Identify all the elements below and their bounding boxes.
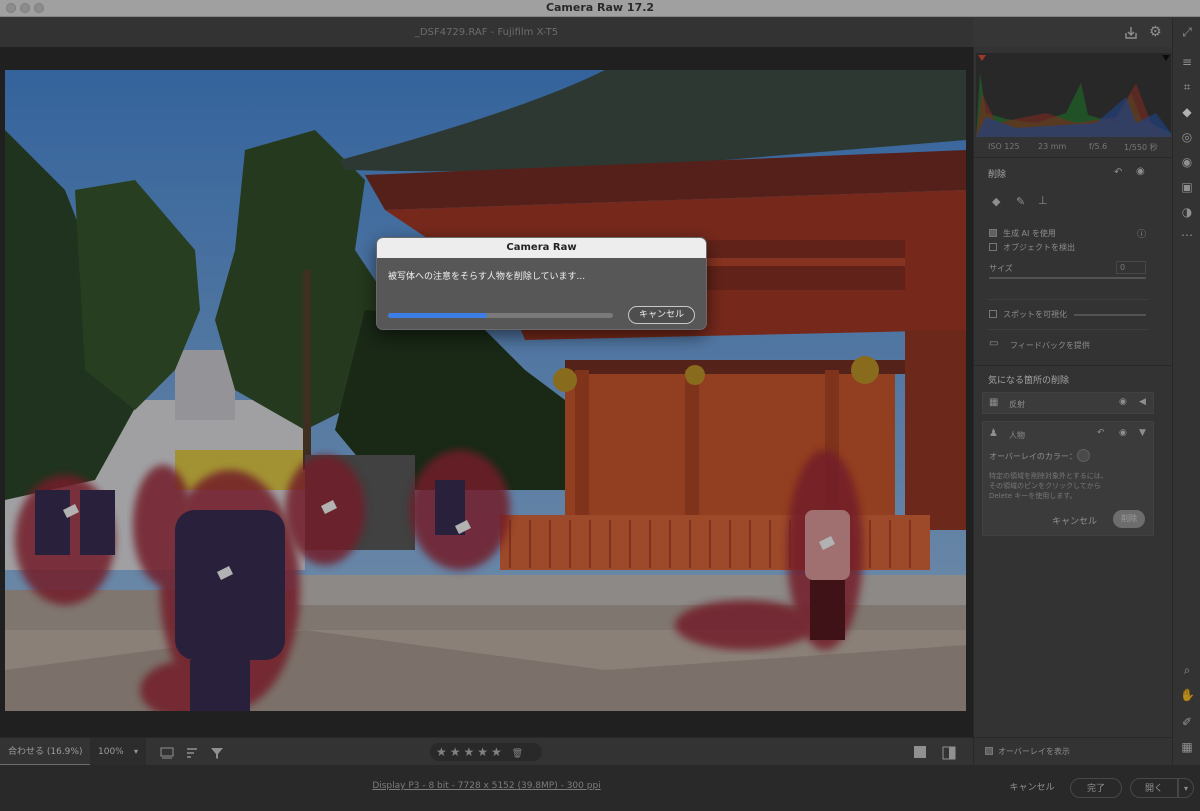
remove-tool-icon[interactable]: ◆ [1180,105,1194,119]
size-value-input[interactable]: 0 [1116,261,1146,274]
tool-rail: ⤢ ≡ ⌗ ◆ ◎ ◉ ▣ ◑ ⋯ ⌕ ✋ ✐ ▦ [1172,18,1200,765]
shutter-speed: 1/550 秒 [1124,143,1158,152]
file-bar: _DSF4729.RAF - Fujifilm X-T5 [0,18,973,47]
top-icons: ⚙ [1124,18,1172,47]
eraser-icon[interactable]: ◆ [992,195,1000,208]
status-bar: 合わせる (16.9%) 100% ▾ ★★★★★ 🗑 [0,737,973,766]
generative-ai-checkbox[interactable] [989,229,997,237]
remove-section-title: 削除 [988,170,1007,180]
expand-icon[interactable]: ⤢ [1180,25,1194,39]
people-group: ♟ 人物 ↶ ◉ ▼ オーバーレイのカラー： 特定の領域を削除対象外とするには、… [982,421,1154,536]
presets-icon[interactable]: ◑ [1180,205,1194,219]
dialog-message: 被写体への注意をそらす人物を削除しています... [388,272,586,282]
iso-value: ISO 125 [988,142,1020,151]
distraction-section-title: 気になる箇所の削除 [988,376,1070,386]
star-rating[interactable]: ★★★★★ 🗑 [430,743,542,761]
filmstrip-icon[interactable] [160,745,174,759]
save-icon[interactable] [1124,25,1138,39]
detect-objects-label: オブジェクトを検出 [1003,243,1075,252]
progress-bar [388,313,613,318]
trash-icon[interactable]: 🗑 [512,749,523,759]
reset-icon[interactable]: ↶ [1114,167,1122,178]
zoom-value: 100% [98,747,124,757]
eye-icon[interactable]: ◉ [1119,428,1127,438]
eyedropper-icon[interactable]: ✐ [1180,715,1194,729]
eye-icon[interactable]: ◉ [1136,166,1145,177]
photo-canvas[interactable] [5,70,966,711]
people-label: 人物 [1009,431,1025,440]
filter-icon[interactable] [210,745,224,759]
more-icon[interactable]: ⋯ [1180,228,1194,242]
file-name: _DSF4729.RAF [414,27,488,38]
progress-fill [388,313,487,318]
info-icon[interactable]: ⓘ [1137,227,1146,240]
people-remove-button[interactable]: 削除 [1113,510,1145,528]
people-cancel-button[interactable]: キャンセル [1052,514,1097,527]
crop-icon[interactable]: ⌗ [1180,80,1194,94]
open-options-button[interactable]: ▾ [1178,778,1194,798]
overlay-color-label: オーバーレイのカラー： [989,452,1077,461]
generative-ai-label: 生成 AI を使用 [1003,229,1056,238]
reflection-icon: ▦ [989,397,999,408]
visualize-spots-label: スポットを可視化 [1003,310,1067,319]
visualize-spots-checkbox[interactable] [989,310,997,318]
overlay-toggle-label: オーバーレイを表示 [998,747,1070,756]
eye-icon[interactable]: ◉ [1119,397,1127,407]
zoom-select[interactable]: 100% ▾ [90,738,146,766]
hand-icon[interactable]: ✋ [1180,688,1195,702]
reflection-label: 反射 [1009,400,1025,409]
window-title: Camera Raw 17.2 [545,1,655,14]
histogram [976,53,1171,137]
chevron-down-icon[interactable]: ▼ [1139,428,1146,438]
snapshots-icon[interactable]: ▣ [1180,180,1194,194]
progress-dialog: Camera Raw 被写体への注意をそらす人物を削除しています... キャンセ… [376,237,707,330]
detect-objects-checkbox[interactable] [989,243,997,251]
person-icon: ♟ [989,428,998,439]
image-stage [0,47,973,737]
edit-sliders-icon[interactable]: ≡ [1180,55,1194,69]
overlay-toggle-checkbox[interactable] [985,747,993,755]
overlay-color-swatch[interactable] [1077,449,1090,462]
feedback-link[interactable]: フィードバックを提供 [1010,340,1090,351]
fit-zoom-button[interactable]: 合わせる (16.9%) [0,738,90,766]
camera-model: Fujifilm X-T5 [497,27,559,38]
feedback-icon[interactable]: ▭ [989,338,998,349]
masking-icon[interactable]: ◎ [1180,130,1194,144]
edit-panel: ISO 125 23 mm f/5.6 1/550 秒 削除 ↶ ◉ ◆ ✎ ⊥… [973,47,1173,765]
window-titlebar: Camera Raw 17.2 [0,0,1200,17]
size-slider[interactable] [989,277,1146,279]
reflection-row[interactable]: ▦ 反射 ◉ ◀ [982,392,1154,414]
reset-icon[interactable]: ↶ [1097,428,1105,438]
dialog-title: Camera Raw [377,238,706,258]
footer-bar: Display P3 - 8 bit - 7728 x 5152 (39.8MP… [0,765,1200,811]
red-eye-icon[interactable]: ◉ [1180,155,1194,169]
zoom-icon[interactable]: ⌕ [1180,663,1194,677]
chevron-down-icon: ▾ [134,747,139,756]
cancel-button[interactable]: キャンセル [1004,778,1060,798]
visualize-spots-slider[interactable] [1074,314,1146,316]
grid-icon[interactable]: ▦ [1180,740,1194,754]
sort-icon[interactable] [185,745,199,759]
compare-view-icon[interactable] [942,745,956,760]
clone-stamp-icon[interactable]: ⊥ [1038,194,1048,207]
chevron-left-icon[interactable]: ◀ [1139,397,1146,407]
size-label: サイズ [989,264,1013,273]
heal-icon[interactable]: ✎ [1016,195,1025,208]
focal-length: 23 mm [1038,142,1067,151]
chevron-down-icon: ▾ [1183,784,1188,793]
open-button[interactable]: 開く [1130,778,1178,798]
workflow-options-link[interactable]: Display P3 - 8 bit - 7728 x 5152 (39.8MP… [0,781,973,791]
gear-icon[interactable]: ⚙ [1149,25,1163,39]
dialog-cancel-button[interactable]: キャンセル [628,306,695,324]
single-view-icon[interactable] [914,746,926,758]
aperture: f/5.6 [1089,142,1108,151]
done-button[interactable]: 完了 [1070,778,1122,798]
